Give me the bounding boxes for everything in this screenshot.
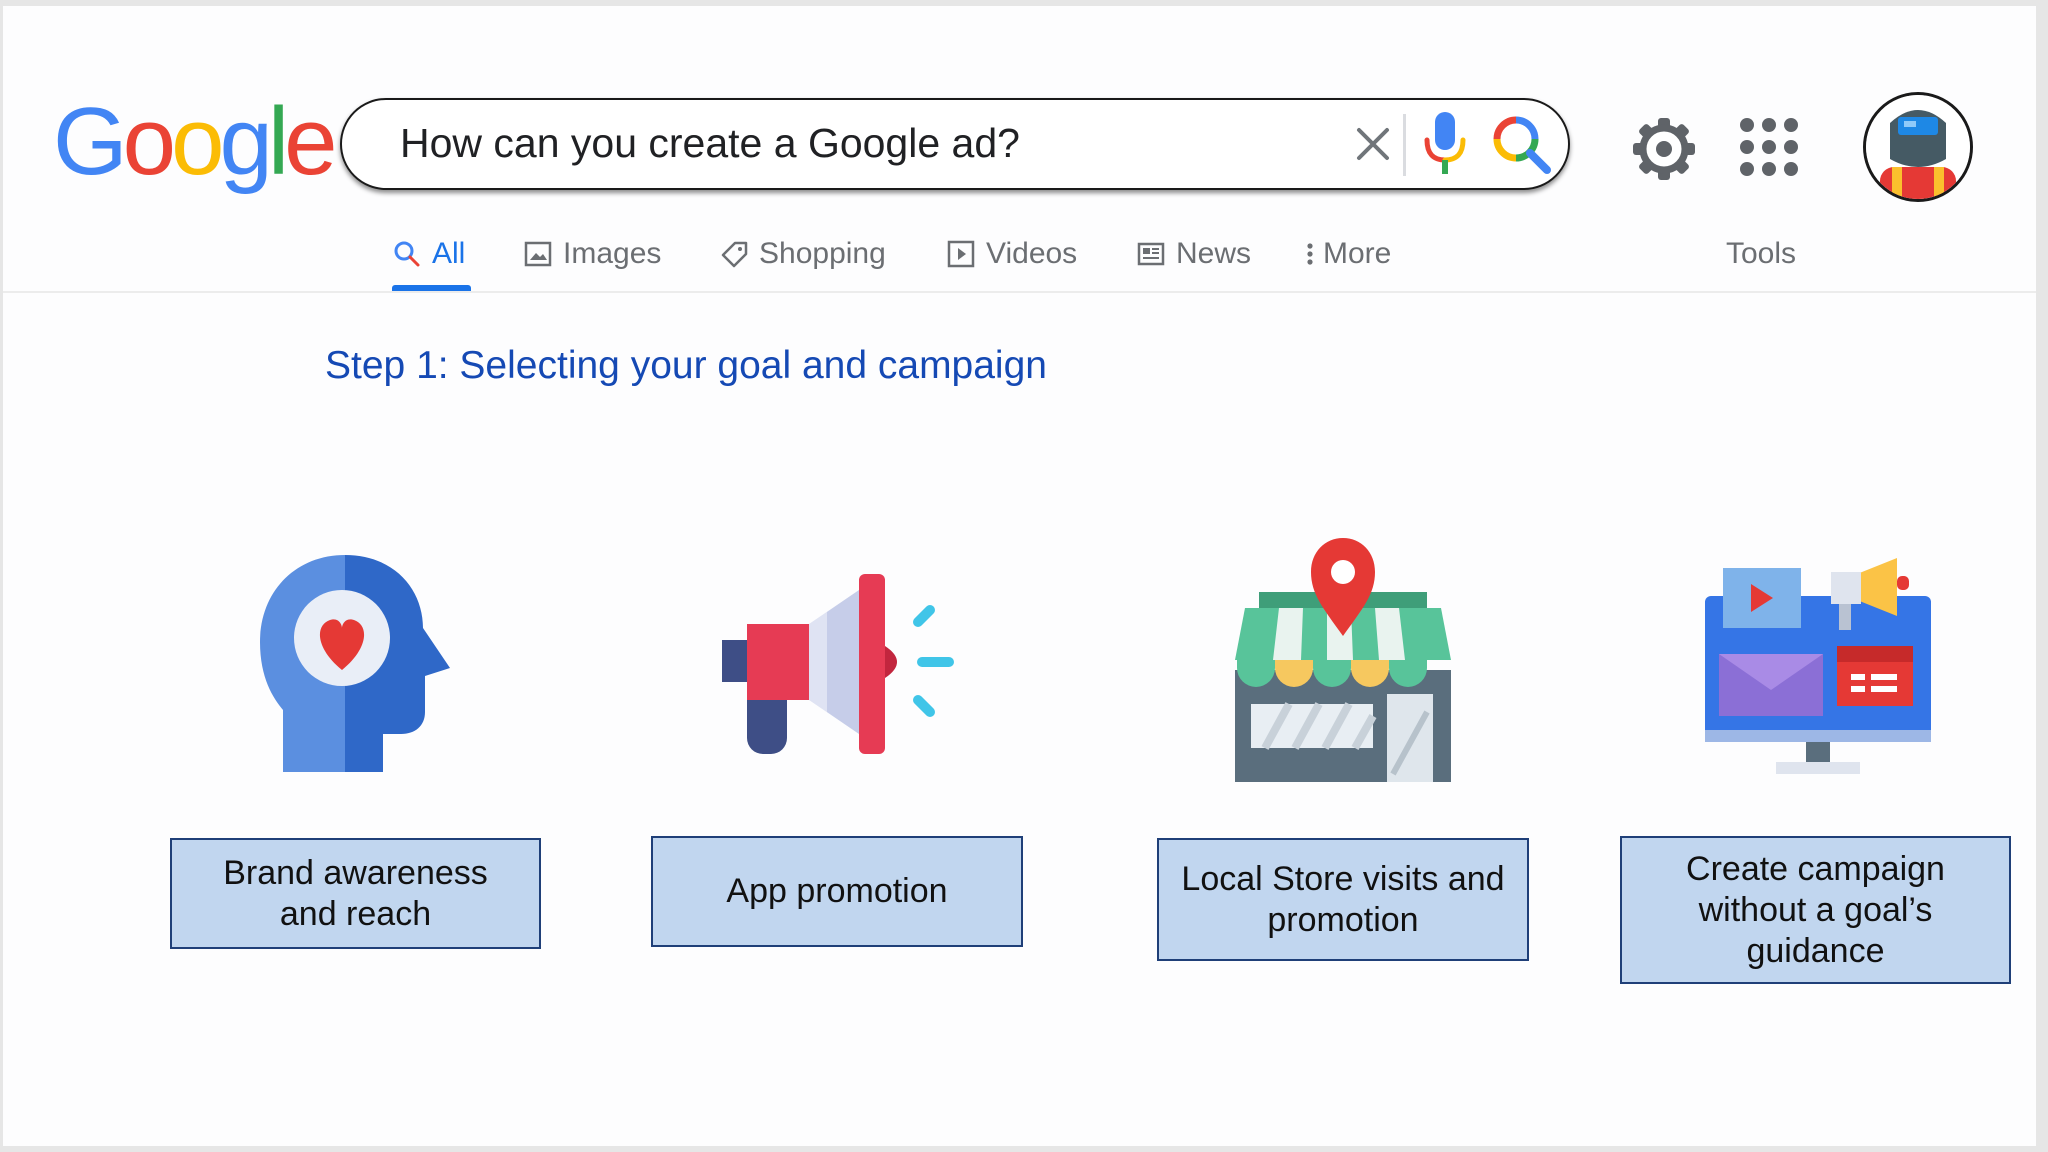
tag-icon <box>721 241 748 268</box>
logo-letter: e <box>284 88 337 195</box>
search-icon <box>394 241 420 267</box>
megaphone-icon <box>722 574 954 754</box>
tab-label: More <box>1323 237 1392 270</box>
google-logo[interactable]: Google <box>53 88 338 195</box>
news-icon <box>1137 242 1165 266</box>
step-title: Step 1: Selecting your goal and campaign <box>325 344 1047 387</box>
logo-letter: l <box>267 88 289 195</box>
tab-label: All <box>432 237 466 270</box>
tabs-divider <box>3 291 2036 293</box>
head-heart-icon <box>260 555 450 772</box>
logo-letter: g <box>219 88 272 195</box>
logo-letter: o <box>122 88 176 195</box>
play-icon <box>947 240 975 268</box>
search-box[interactable]: How can you create a Google ad? <box>340 98 1570 190</box>
goal-local-store[interactable]: Local Store visits and promotion <box>1157 838 1529 961</box>
tab-images[interactable]: Images <box>523 224 661 284</box>
goal-label: Brand awareness and reach <box>223 853 488 933</box>
tab-label: Images <box>563 237 662 270</box>
tab-shopping[interactable]: Shopping <box>719 224 886 284</box>
search-lens-icon[interactable] <box>1491 114 1553 176</box>
tab-news[interactable]: News <box>1136 224 1251 284</box>
goal-label: App promotion <box>726 872 948 910</box>
apps-grid-icon[interactable] <box>1738 116 1800 178</box>
goal-no-guidance[interactable]: Create campaign without a goal’s guidanc… <box>1620 836 2011 984</box>
tab-label: Videos <box>986 237 1078 270</box>
tab-label: Shopping <box>759 237 886 270</box>
goal-label: Create campaign without a goal’s guidanc… <box>1686 849 1945 970</box>
goal-app-promotion[interactable]: App promotion <box>651 836 1023 947</box>
goal-label: Local Store visits and promotion <box>1181 859 1505 939</box>
monitor-media-icon <box>1705 558 1931 774</box>
logo-letter: o <box>171 88 224 195</box>
gear-icon[interactable] <box>1631 116 1697 182</box>
welder-avatar-icon <box>1866 95 1970 199</box>
more-vert-icon <box>1307 243 1313 265</box>
tab-all[interactable]: All <box>392 224 465 284</box>
tools-label: Tools <box>1726 237 1797 270</box>
tab-videos[interactable]: Videos <box>946 224 1077 284</box>
tab-label: News <box>1176 237 1252 270</box>
tools-button[interactable]: Tools <box>1726 224 1796 284</box>
image-icon <box>524 241 552 267</box>
mic-icon[interactable] <box>1419 110 1471 176</box>
search-divider <box>1403 114 1406 176</box>
page: Google How can you create a Google ad? A… <box>3 6 2036 1146</box>
close-icon[interactable] <box>1351 122 1395 166</box>
search-input[interactable]: How can you create a Google ad? <box>400 120 1020 167</box>
goal-brand-awareness[interactable]: Brand awareness and reach <box>170 838 541 949</box>
search-tabs: All Images Shopping Videos News More Too… <box>3 224 2036 294</box>
account-avatar[interactable] <box>1863 92 1973 202</box>
store-pin-icon <box>1235 538 1451 782</box>
logo-letter: G <box>53 88 128 195</box>
tab-more[interactable]: More <box>1303 224 1391 284</box>
